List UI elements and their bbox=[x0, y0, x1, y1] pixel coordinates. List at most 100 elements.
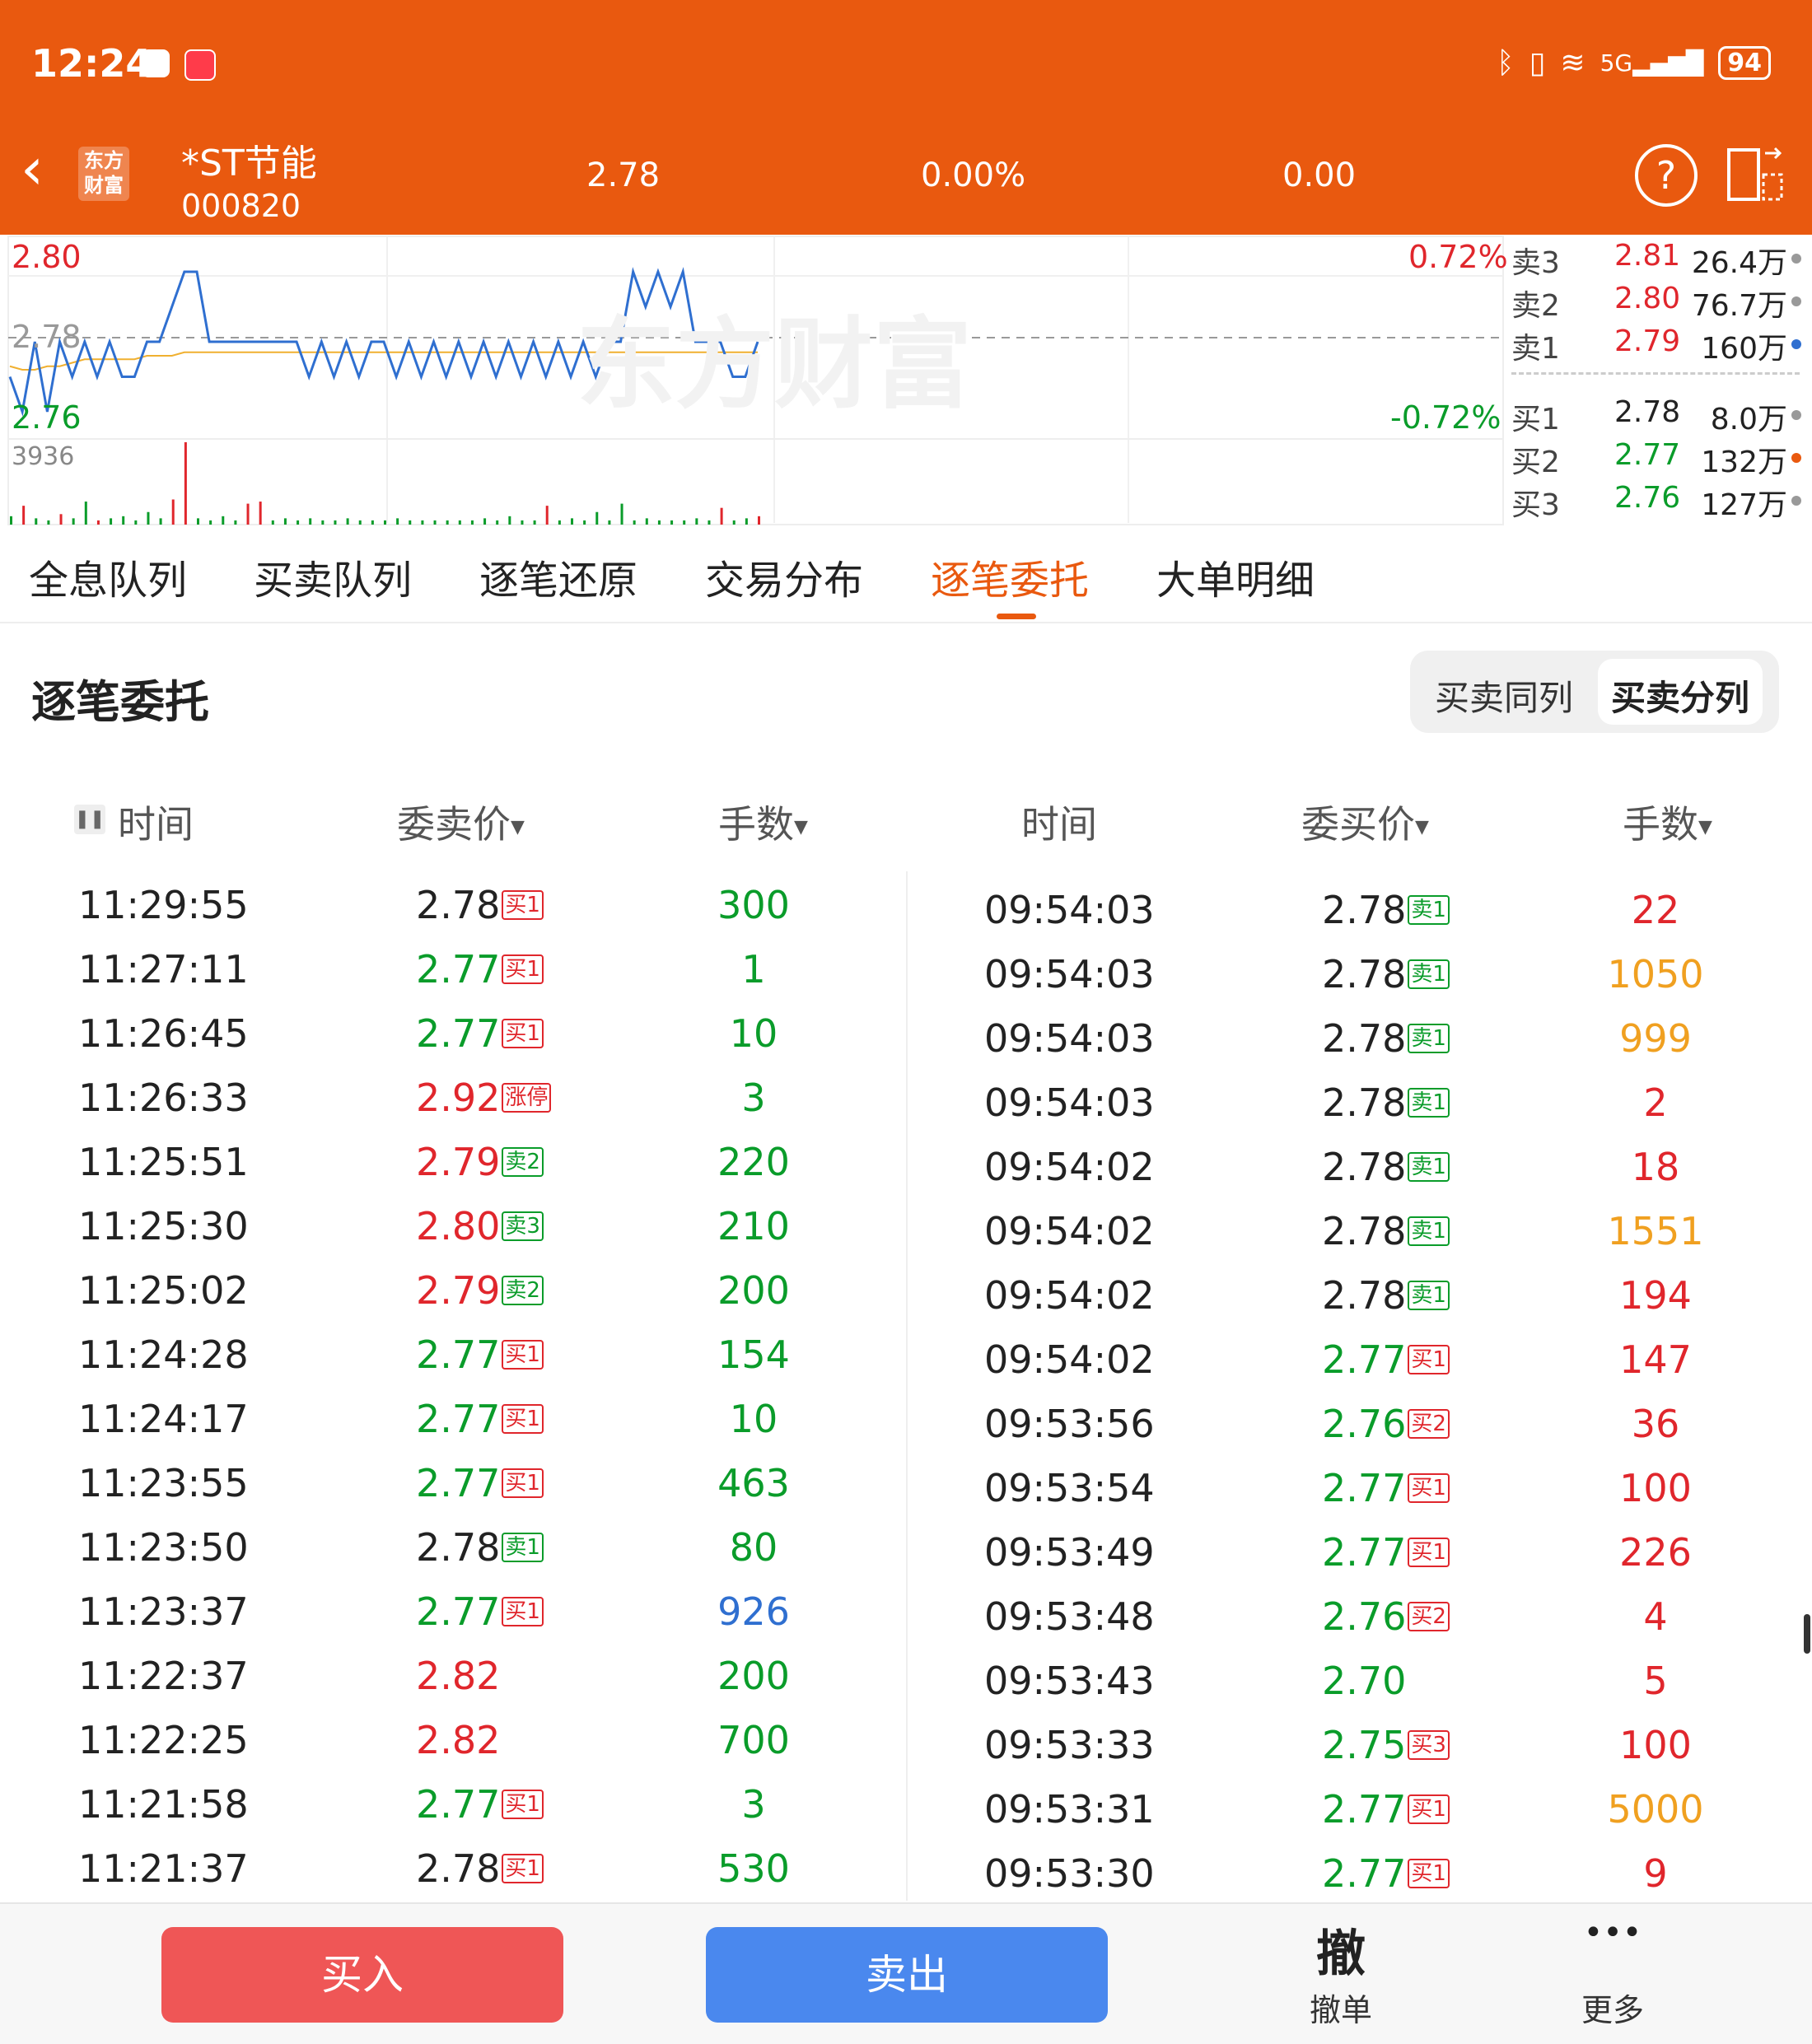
order-time: 11:23:37 bbox=[78, 1589, 249, 1634]
volume-bar bbox=[321, 520, 325, 525]
volume-bar bbox=[720, 507, 723, 525]
volume-bar bbox=[209, 520, 212, 525]
stock-name: *ST节能 bbox=[181, 142, 317, 184]
volume-bar bbox=[571, 518, 573, 525]
order-price-value: 2.77 bbox=[1322, 1337, 1407, 1382]
order-price: 2.78 卖1 bbox=[1322, 1080, 1450, 1125]
order-qty: 100 bbox=[1619, 1723, 1692, 1767]
order-time: 11:23:55 bbox=[78, 1461, 249, 1505]
buy-button[interactable]: 买入 bbox=[161, 1927, 563, 2023]
order-time: 09:54:02 bbox=[984, 1209, 1155, 1253]
volume-bar bbox=[259, 502, 262, 525]
orderbook-label: 卖2 bbox=[1511, 289, 1560, 323]
cancel-order-icon[interactable]: 撤 bbox=[1259, 1914, 1423, 1986]
tab-5[interactable]: 大单明细 bbox=[1156, 548, 1315, 605]
order-level-badge: 卖3 bbox=[502, 1211, 544, 1241]
sort-icon: ▼ bbox=[511, 817, 525, 838]
pause-icon[interactable]: ❚❚ bbox=[74, 805, 105, 834]
tab-0[interactable]: 全息队列 bbox=[29, 548, 187, 605]
order-qty: 100 bbox=[1619, 1466, 1692, 1510]
order-price: 2.82 bbox=[416, 1718, 500, 1762]
order-level-badge: 涨停 bbox=[502, 1082, 552, 1113]
section-title: 逐笔委托 bbox=[31, 676, 209, 728]
order-time: 09:53:33 bbox=[984, 1723, 1155, 1767]
orderbook-price: 2.79 bbox=[1614, 324, 1681, 358]
order-level-badge: 买1 bbox=[1408, 1858, 1450, 1888]
order-price: 2.77 买1 bbox=[1322, 1337, 1450, 1382]
col-left-price[interactable]: 委卖价▼ bbox=[397, 795, 525, 849]
volume-bar bbox=[595, 511, 599, 525]
order-price-value: 2.78 bbox=[1322, 1145, 1407, 1189]
tab-2[interactable]: 逐笔还原 bbox=[479, 548, 637, 605]
order-price-value: 2.82 bbox=[416, 1654, 501, 1698]
order-qty: 22 bbox=[1631, 888, 1680, 932]
order-price-value: 2.92 bbox=[416, 1076, 501, 1120]
order-qty: 200 bbox=[717, 1268, 790, 1313]
current-price: 2.78 bbox=[586, 156, 661, 194]
order-level-badge: 买1 bbox=[502, 1018, 544, 1048]
col-left-time: 时间 bbox=[118, 802, 194, 847]
help-icon[interactable]: ? bbox=[1635, 144, 1698, 207]
volume-bar bbox=[670, 520, 674, 525]
volume-bar bbox=[683, 520, 686, 525]
order-price: 2.77 买1 bbox=[416, 1397, 544, 1441]
order-level-badge: 买1 bbox=[502, 1339, 544, 1370]
order-qty: 36 bbox=[1631, 1402, 1680, 1446]
more-icon[interactable]: ••• bbox=[1530, 1914, 1695, 1952]
order-price-value: 2.77 bbox=[416, 1332, 501, 1377]
dot-icon bbox=[1791, 339, 1801, 349]
order-qty: 200 bbox=[717, 1654, 790, 1698]
col-right-price[interactable]: 委买价▼ bbox=[1301, 795, 1429, 849]
volume-bar bbox=[96, 520, 100, 525]
tab-4[interactable]: 逐笔委托 bbox=[931, 548, 1089, 605]
order-price-value: 2.78 bbox=[416, 883, 501, 927]
order-price: 2.77 买1 bbox=[1322, 1466, 1450, 1510]
col-left-qty[interactable]: 手数▼ bbox=[718, 795, 808, 849]
order-price: 2.75 买3 bbox=[1322, 1723, 1450, 1767]
order-time: 09:54:03 bbox=[984, 1080, 1155, 1125]
order-level-badge: 买2 bbox=[1408, 1408, 1450, 1439]
order-price-value: 2.78 bbox=[1322, 1080, 1407, 1125]
volume-max: 3936 bbox=[12, 442, 75, 471]
order-level-badge: 卖1 bbox=[1408, 1280, 1450, 1310]
volume-bar bbox=[171, 499, 175, 525]
tab-1[interactable]: 买卖队列 bbox=[254, 548, 412, 605]
volume-bar bbox=[458, 520, 461, 525]
intraday-chart[interactable]: 2.80 2.78 2.76 0.72% -0.72% 3936 东方财富 bbox=[0, 235, 1508, 527]
order-level-badge: 卖1 bbox=[1408, 959, 1450, 989]
volume-bar bbox=[10, 516, 12, 525]
toggle-split-column[interactable]: 买卖分列 bbox=[1598, 659, 1763, 725]
order-price: 2.79 卖2 bbox=[416, 1140, 544, 1184]
sell-button[interactable]: 卖出 bbox=[706, 1927, 1108, 2023]
order-time: 11:26:33 bbox=[78, 1076, 249, 1120]
order-level-badge: 卖1 bbox=[1408, 1151, 1450, 1182]
order-time: 09:53:31 bbox=[984, 1787, 1155, 1832]
orderbook-label: 买3 bbox=[1511, 488, 1560, 522]
status-time: 12:24 bbox=[31, 41, 152, 86]
toggle-same-column[interactable]: 买卖同列 bbox=[1435, 670, 1573, 721]
orderbook-volume: 132万 bbox=[1701, 446, 1787, 479]
tab-3[interactable]: 交易分布 bbox=[705, 548, 863, 605]
more-label[interactable]: 更多 bbox=[1530, 1985, 1695, 2030]
order-time: 09:54:03 bbox=[984, 952, 1155, 996]
scrollbar[interactable] bbox=[1804, 1614, 1810, 1654]
order-time: 09:53:43 bbox=[984, 1659, 1155, 1703]
order-level-badge: 买1 bbox=[502, 1853, 544, 1883]
order-price-value: 2.78 bbox=[1322, 888, 1407, 932]
cancel-order-label[interactable]: 撤单 bbox=[1259, 1985, 1423, 2030]
order-time: 11:25:30 bbox=[78, 1204, 249, 1248]
bluetooth-icon: ᛒ bbox=[1497, 46, 1515, 80]
order-time: 09:54:02 bbox=[984, 1145, 1155, 1189]
dot-icon bbox=[1791, 410, 1801, 420]
volume-bar bbox=[147, 511, 150, 525]
orderbook-volume: 76.7万 bbox=[1691, 289, 1787, 323]
order-qty: 1551 bbox=[1607, 1209, 1704, 1253]
status-icons: ᛒ ▯ ≋ 5G▂▄▆█ 94 bbox=[1497, 46, 1771, 80]
volume-bar bbox=[159, 518, 162, 525]
switch-view-icon[interactable] bbox=[1726, 147, 1785, 203]
volume-bar bbox=[59, 514, 63, 525]
order-price: 2.79 卖2 bbox=[416, 1268, 544, 1313]
volume-bar bbox=[222, 516, 225, 525]
back-button[interactable]: ‹ bbox=[21, 140, 62, 202]
col-right-qty[interactable]: 手数▼ bbox=[1623, 795, 1712, 849]
